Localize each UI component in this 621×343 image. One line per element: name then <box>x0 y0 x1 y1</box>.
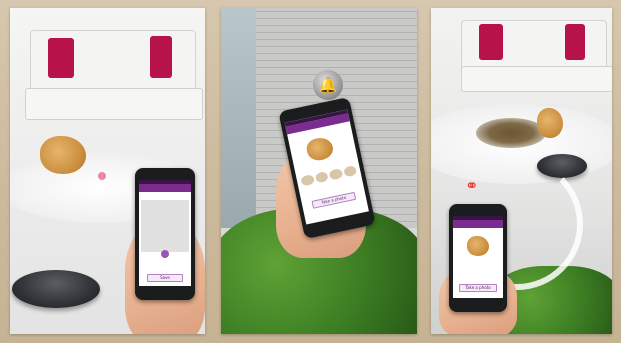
smartphone: Save <box>135 168 195 300</box>
dog <box>537 108 563 138</box>
take-photo-button[interactable]: Take a photo <box>311 191 357 209</box>
phone-screen: Take a photo <box>453 216 503 298</box>
take-photo-button[interactable]: Take a photo <box>459 284 497 292</box>
dog-photo <box>304 135 335 163</box>
sofa-seat <box>461 66 612 92</box>
pillow-left <box>479 24 503 60</box>
pillow-left <box>48 38 74 78</box>
thumbnail-row <box>300 165 358 187</box>
dog-photo <box>467 236 489 256</box>
window <box>221 8 256 228</box>
app-header <box>453 220 503 228</box>
bell-icon: 🔔 <box>313 70 343 100</box>
save-button[interactable]: Save <box>147 274 183 282</box>
phone-screen: Save <box>139 180 191 286</box>
dirt-spot <box>476 118 546 148</box>
sofa-seat <box>25 88 203 120</box>
monitoring-panel: ⚭ Take a photo <box>431 8 612 334</box>
pillow-right <box>565 24 585 60</box>
dog <box>40 136 86 174</box>
camera-view <box>141 200 189 252</box>
vacuum-marker-icon[interactable] <box>161 250 169 258</box>
thumbnail[interactable] <box>300 174 315 187</box>
thumbnail[interactable] <box>328 168 343 181</box>
thumbnail[interactable] <box>342 165 358 178</box>
thumbnail[interactable] <box>314 171 329 184</box>
app-header <box>139 184 191 192</box>
toy-ball <box>98 172 106 180</box>
robot-vacuum <box>12 270 100 308</box>
pillow-right <box>150 36 172 78</box>
living-room-panel: Save <box>10 8 205 334</box>
smartphone: Take a photo <box>449 204 507 312</box>
notification-panel: 🔔 Take a photo <box>221 8 417 334</box>
